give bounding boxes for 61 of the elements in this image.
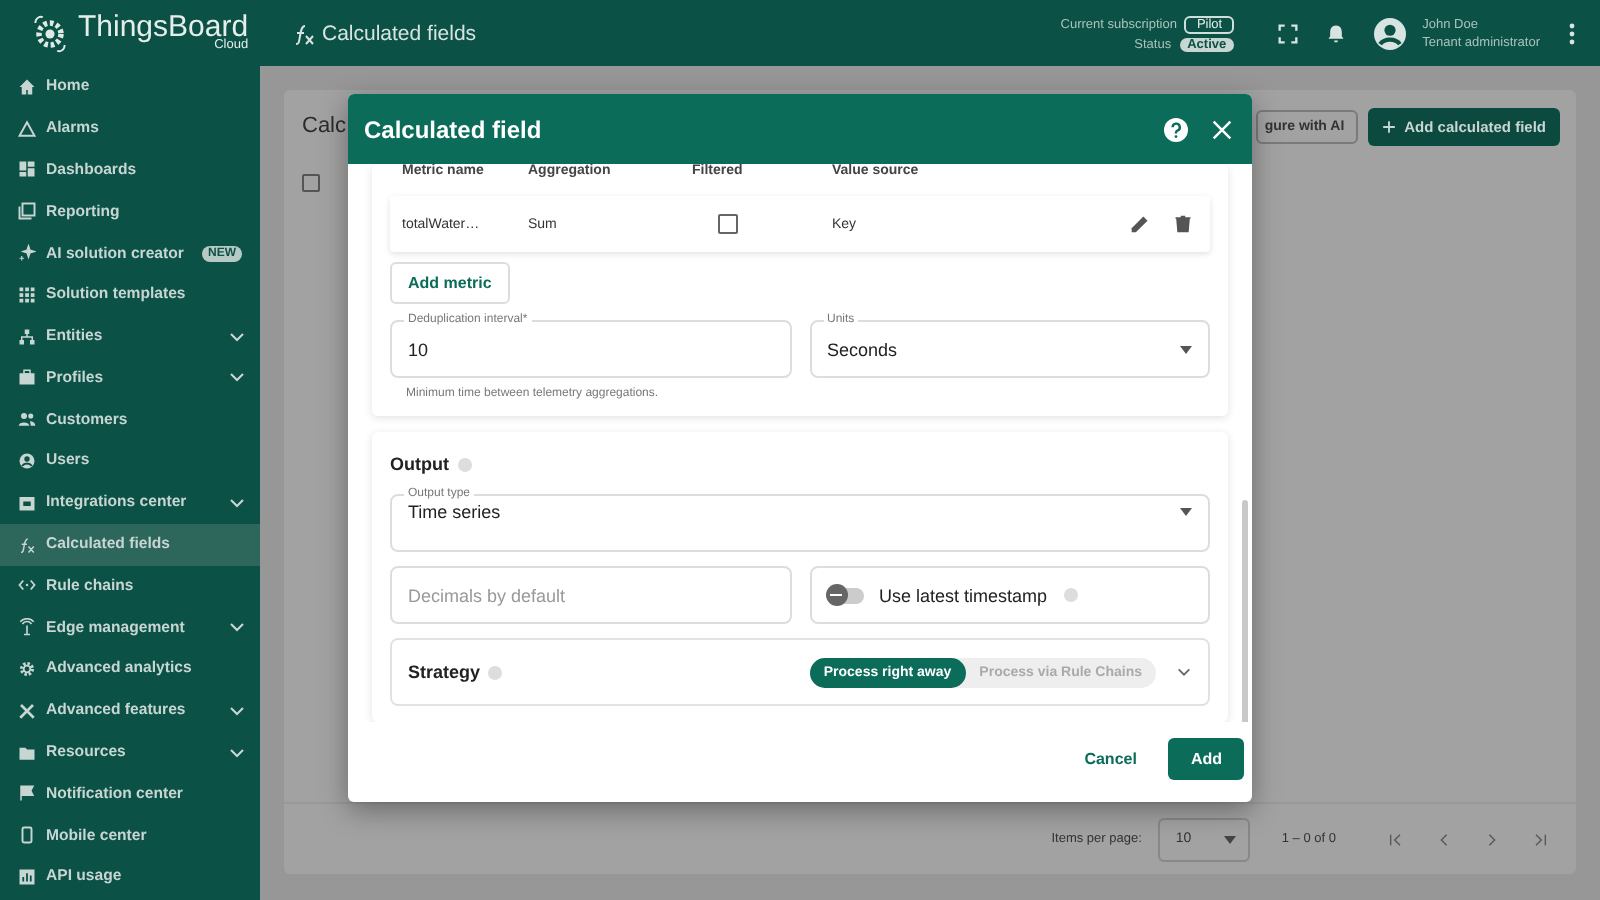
home-icon <box>18 77 36 96</box>
first-page-icon[interactable] <box>1388 831 1404 847</box>
grid-icon <box>18 285 36 304</box>
scrollbar[interactable] <box>1242 500 1248 722</box>
code-icon <box>18 576 36 595</box>
dropdown-arrow-icon <box>1223 835 1236 843</box>
warning-icon <box>18 119 36 138</box>
account-circle-icon <box>18 452 36 471</box>
dropdown-arrow-icon <box>1180 346 1192 354</box>
chevron-down-icon <box>228 618 246 637</box>
people-icon <box>18 410 36 429</box>
select-all-checkbox[interactable] <box>302 174 320 192</box>
logo-name: ThingsBoard <box>78 12 249 43</box>
toggle-switch[interactable] <box>827 587 863 603</box>
last-page-icon[interactable] <box>1532 831 1548 847</box>
page-title: Calculated fields <box>322 21 479 45</box>
previous-page-icon[interactable] <box>1436 831 1452 847</box>
chevron-down-icon <box>228 493 246 512</box>
gear-icon <box>28 11 72 55</box>
info-icon <box>488 665 503 679</box>
chevron-down-icon[interactable] <box>1176 664 1192 680</box>
info-icon <box>457 457 471 471</box>
help-icon[interactable] <box>1164 117 1188 141</box>
sparkle-icon <box>18 244 36 263</box>
next-page-icon[interactable] <box>1484 831 1500 847</box>
grid-icon <box>18 160 36 179</box>
page-heading: Calc <box>302 114 347 138</box>
add-button[interactable]: Add <box>1168 737 1244 779</box>
briefcase-icon <box>18 368 36 387</box>
dropdown-arrow-icon <box>1180 508 1192 516</box>
cancel-button[interactable]: Cancel <box>1072 739 1149 777</box>
box-icon <box>18 493 36 512</box>
chart-icon <box>18 868 36 887</box>
avatar-icon <box>1374 17 1407 49</box>
sitemap-icon <box>18 327 36 346</box>
strategy-label: Strategy <box>408 662 481 682</box>
chevron-down-icon <box>228 327 246 346</box>
add-metric-button[interactable]: Add metric <box>390 262 510 304</box>
plus-icon <box>1382 119 1397 133</box>
bell-icon[interactable] <box>1326 22 1347 44</box>
toggle-label: Use latest timestamp <box>879 585 1048 605</box>
report-icon <box>18 202 36 221</box>
chevron-down-icon <box>228 743 246 762</box>
close-icon[interactable] <box>1212 119 1232 139</box>
antenna-icon <box>18 618 36 637</box>
function-icon <box>292 21 316 45</box>
section-title: Output <box>390 454 449 474</box>
info-icon <box>1063 588 1078 602</box>
function-icon <box>18 535 36 554</box>
dialog-title: Calculated field <box>364 115 544 143</box>
chevron-down-icon <box>228 368 246 387</box>
more-menu-icon[interactable] <box>1568 21 1576 45</box>
folder-icon <box>18 743 36 762</box>
gear-icon <box>18 660 36 679</box>
delete-icon[interactable] <box>1174 214 1192 234</box>
flag-icon <box>18 784 36 803</box>
edit-icon[interactable] <box>1130 214 1150 234</box>
fullscreen-icon[interactable] <box>1278 23 1299 43</box>
chevron-down-icon <box>228 701 246 720</box>
filtered-checkbox[interactable] <box>718 214 738 234</box>
phone-icon <box>18 826 36 845</box>
